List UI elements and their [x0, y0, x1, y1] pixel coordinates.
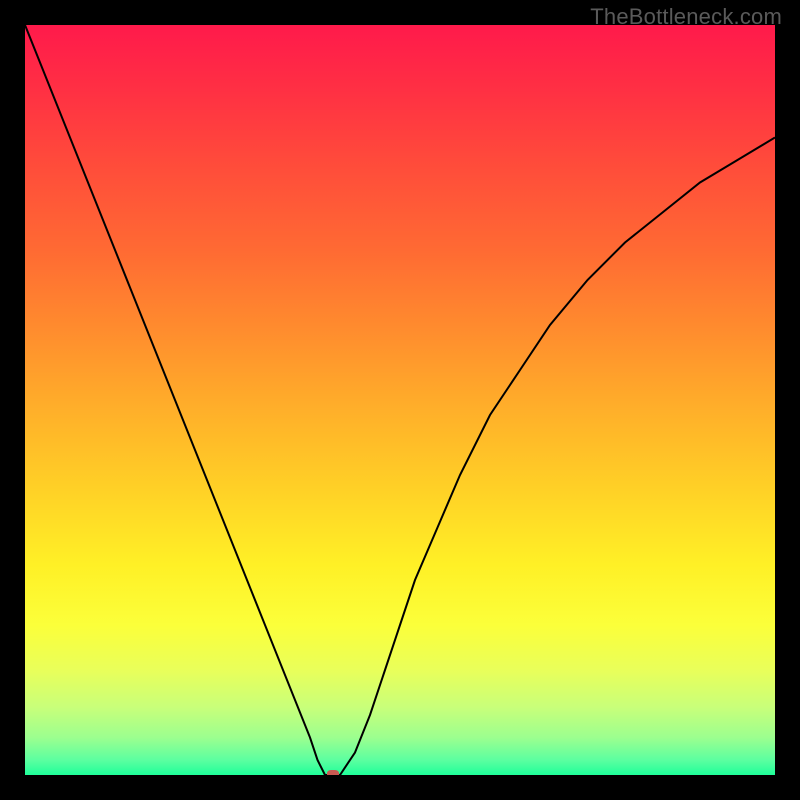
bottleneck-curve	[25, 25, 775, 775]
minimum-marker	[327, 770, 339, 775]
chart-canvas: TheBottleneck.com	[0, 0, 800, 800]
watermark-text: TheBottleneck.com	[590, 4, 782, 30]
curve-path	[25, 25, 775, 775]
plot-area	[25, 25, 775, 775]
